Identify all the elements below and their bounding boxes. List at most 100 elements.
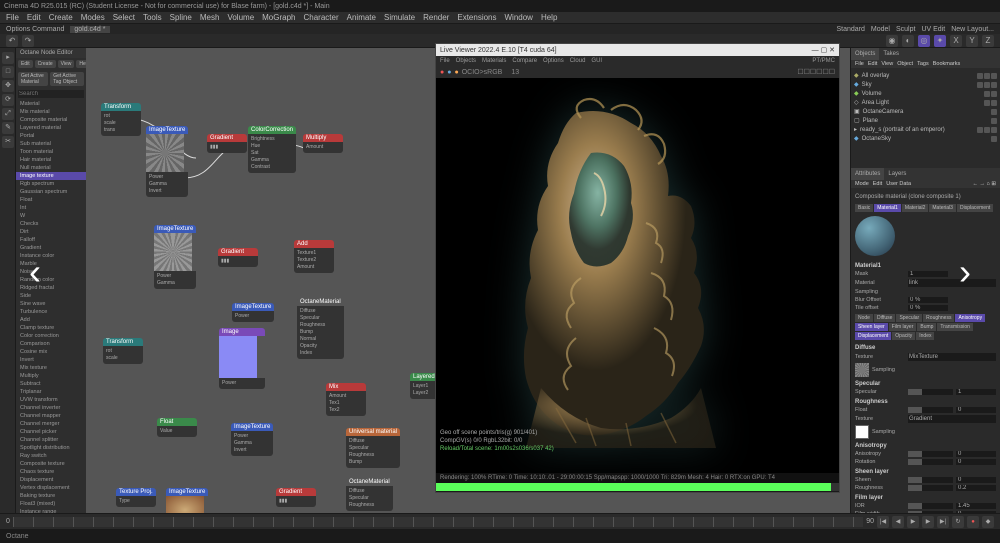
menu-edit[interactable]: Edit bbox=[27, 13, 41, 22]
tool-rotate[interactable]: ◐ bbox=[902, 35, 914, 47]
viewer-menu-objects[interactable]: Objects bbox=[456, 58, 476, 64]
viewer-menu-file[interactable]: File bbox=[440, 58, 450, 64]
node-imagetexture[interactable]: ImageTexturePower bbox=[232, 303, 274, 322]
layertab-displacement[interactable]: Displacement bbox=[855, 332, 891, 340]
list-item[interactable]: Ray switch bbox=[16, 452, 86, 460]
rotation-input[interactable] bbox=[956, 459, 996, 465]
viewer-menu-options[interactable]: Options bbox=[543, 58, 564, 64]
layertab-anisotropy[interactable]: Anisotropy bbox=[955, 314, 985, 322]
node-gradient[interactable]: Gradient▮▮▮ bbox=[207, 134, 247, 153]
list-item[interactable]: Channel merger bbox=[16, 420, 86, 428]
list-item[interactable]: Turbulence bbox=[16, 308, 86, 316]
attr-edit[interactable]: Edit bbox=[873, 181, 882, 187]
tab-basic[interactable]: Basic bbox=[855, 204, 873, 212]
layertab-bump[interactable]: Bump bbox=[917, 323, 936, 331]
viewer-menu-compare[interactable]: Compare bbox=[512, 58, 537, 64]
menu-character[interactable]: Character bbox=[304, 13, 339, 22]
tab-material3[interactable]: Material3 bbox=[929, 204, 956, 212]
specular-input[interactable] bbox=[956, 389, 996, 395]
menu-extensions[interactable]: Extensions bbox=[457, 13, 496, 22]
tab-material1[interactable]: Material1 bbox=[874, 204, 901, 212]
obj-view[interactable]: View bbox=[881, 61, 893, 67]
list-item[interactable]: Cosine mix bbox=[16, 348, 86, 356]
list-item[interactable]: Channel inverter bbox=[16, 404, 86, 412]
list-item[interactable]: Channel picker bbox=[16, 428, 86, 436]
carousel-next-arrow[interactable]: › bbox=[950, 252, 980, 292]
node-octanematerial2[interactable]: OctaneMaterialDiffuseSpecularRoughness bbox=[346, 478, 393, 511]
tool-rotate2[interactable]: ⟳ bbox=[2, 94, 14, 106]
list-item[interactable]: Mix texture bbox=[16, 364, 86, 372]
tool-cursor[interactable]: ▸ bbox=[2, 52, 14, 64]
carousel-prev-arrow[interactable]: ‹ bbox=[20, 252, 50, 292]
mask-input[interactable] bbox=[908, 271, 948, 277]
list-item[interactable]: Chaos texture bbox=[16, 468, 86, 476]
node-gradient[interactable]: Gradient▮▮▮ bbox=[218, 248, 258, 267]
tool-knife[interactable]: ✂ bbox=[2, 136, 14, 148]
record[interactable]: ● bbox=[967, 516, 979, 528]
list-item[interactable]: Toon material bbox=[16, 148, 86, 156]
menu-render[interactable]: Render bbox=[423, 13, 449, 22]
layertab-roughness[interactable]: Roughness bbox=[923, 314, 954, 322]
timeline-ruler[interactable] bbox=[13, 517, 863, 527]
layertab-diffuse[interactable]: Diffuse bbox=[874, 314, 895, 322]
aniso-input[interactable] bbox=[956, 451, 996, 457]
attr-userdata[interactable]: User Data bbox=[886, 181, 911, 187]
list-item[interactable]: UVW transform bbox=[16, 396, 86, 404]
list-item[interactable]: Sub material bbox=[16, 140, 86, 148]
film-ior-input[interactable] bbox=[956, 503, 996, 509]
list-item[interactable]: Falloff bbox=[16, 236, 86, 244]
attr-mode[interactable]: Mode bbox=[855, 181, 869, 187]
render-viewport[interactable]: Geo off scene points/tris(g) 901/401) Co… bbox=[436, 78, 839, 473]
obj-edit[interactable]: Edit bbox=[868, 61, 877, 67]
tool-brush[interactable]: ✎ bbox=[2, 122, 14, 134]
list-item[interactable]: Side bbox=[16, 292, 86, 300]
tool-move[interactable]: ◉ bbox=[886, 35, 898, 47]
timeline[interactable]: 0 90 |◀ ◀ ▶ ▶ ▶| ↻ ● ◆ bbox=[0, 513, 1000, 529]
layertab-film[interactable]: Film layer bbox=[889, 323, 917, 331]
tool-select[interactable]: □ bbox=[2, 66, 14, 78]
list-item[interactable]: Int bbox=[16, 204, 86, 212]
get-active-tag[interactable]: Get Active Tag Object bbox=[50, 72, 84, 86]
menu-volume[interactable]: Volume bbox=[227, 13, 254, 22]
frame-end[interactable]: 90 bbox=[866, 518, 874, 525]
obj-bookmarks[interactable]: Bookmarks bbox=[933, 61, 961, 67]
node-octanematerial[interactable]: OctaneMaterialDiffuseSpecularRoughnessBu… bbox=[297, 298, 344, 359]
palette-tab-create[interactable]: Create bbox=[35, 60, 56, 68]
layout-uvedit[interactable]: UV Edit bbox=[921, 26, 945, 33]
roughness-slider[interactable] bbox=[908, 407, 953, 413]
layertab-opacity[interactable]: Opacity bbox=[892, 332, 915, 340]
play-end[interactable]: ▶| bbox=[937, 516, 949, 528]
menu-window[interactable]: Window bbox=[505, 13, 533, 22]
tree-row[interactable]: ◆All overlay bbox=[854, 71, 997, 80]
list-item[interactable]: Sine wave bbox=[16, 300, 86, 308]
list-item[interactable]: Layered material bbox=[16, 124, 86, 132]
play-next[interactable]: ▶ bbox=[922, 516, 934, 528]
list-item[interactable]: Clamp texture bbox=[16, 324, 86, 332]
list-item[interactable]: Color correction bbox=[16, 332, 86, 340]
menu-spline[interactable]: Spline bbox=[170, 13, 192, 22]
tool-x[interactable]: X bbox=[950, 35, 962, 47]
tab-displacement[interactable]: Displacement bbox=[957, 204, 993, 212]
list-item-selected[interactable]: Image texture bbox=[16, 172, 86, 180]
viewer-menu-gui[interactable]: GUI bbox=[591, 58, 602, 64]
layout-model[interactable]: Model bbox=[871, 26, 890, 33]
frame-start[interactable]: 0 bbox=[6, 518, 10, 525]
list-item[interactable]: Float3 (mixed) bbox=[16, 500, 86, 508]
obj-file[interactable]: File bbox=[855, 61, 864, 67]
menu-mograph[interactable]: MoGraph bbox=[262, 13, 295, 22]
list-item[interactable]: Mix material bbox=[16, 108, 86, 116]
blur-offset-input[interactable] bbox=[908, 297, 948, 303]
menu-help[interactable]: Help bbox=[541, 13, 557, 22]
list-item[interactable]: Float bbox=[16, 196, 86, 204]
obj-tags[interactable]: Tags bbox=[917, 61, 929, 67]
viewer-menu-materials[interactable]: Materials bbox=[482, 58, 506, 64]
node-add[interactable]: AddTexture1Texture2Amount bbox=[294, 240, 334, 273]
tool-scale2[interactable]: ⤢ bbox=[2, 108, 14, 120]
tab-material2[interactable]: Material2 bbox=[902, 204, 929, 212]
list-item[interactable]: Displacement bbox=[16, 476, 86, 484]
list-item[interactable]: Baking texture bbox=[16, 492, 86, 500]
list-item[interactable]: Spotlight distribution bbox=[16, 444, 86, 452]
layout-sculpt[interactable]: Sculpt bbox=[896, 26, 915, 33]
tool-move2[interactable]: ✥ bbox=[2, 80, 14, 92]
list-item[interactable]: Hair material bbox=[16, 156, 86, 164]
